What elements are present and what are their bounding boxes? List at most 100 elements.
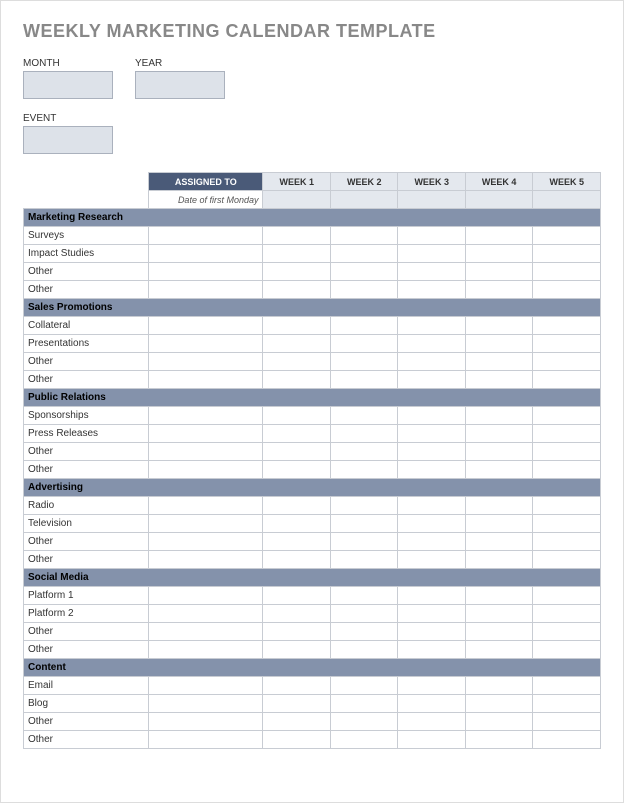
week-cell[interactable] — [465, 353, 532, 371]
week-cell[interactable] — [330, 317, 397, 335]
week-cell[interactable] — [398, 353, 465, 371]
week-cell[interactable] — [465, 263, 532, 281]
week-cell[interactable] — [263, 515, 330, 533]
week-cell[interactable] — [398, 281, 465, 299]
month-input[interactable] — [23, 71, 113, 99]
week-cell[interactable] — [330, 227, 397, 245]
week-cell[interactable] — [330, 245, 397, 263]
week-cell[interactable] — [330, 713, 397, 731]
week-cell[interactable] — [533, 515, 601, 533]
assigned-cell[interactable] — [149, 281, 263, 299]
week-cell[interactable] — [330, 695, 397, 713]
assigned-cell[interactable] — [149, 371, 263, 389]
week-cell[interactable] — [398, 605, 465, 623]
week-cell[interactable] — [533, 533, 601, 551]
week-cell[interactable] — [398, 713, 465, 731]
week-cell[interactable] — [330, 461, 397, 479]
week-cell[interactable] — [465, 515, 532, 533]
week-cell[interactable] — [465, 713, 532, 731]
week-cell[interactable] — [398, 461, 465, 479]
week-cell[interactable] — [398, 407, 465, 425]
week-cell[interactable] — [263, 551, 330, 569]
assigned-cell[interactable] — [149, 695, 263, 713]
week-cell[interactable] — [465, 281, 532, 299]
week-cell[interactable] — [330, 515, 397, 533]
assigned-cell[interactable] — [149, 407, 263, 425]
week-cell[interactable] — [330, 371, 397, 389]
week-cell[interactable] — [398, 317, 465, 335]
week-cell[interactable] — [465, 605, 532, 623]
assigned-cell[interactable] — [149, 587, 263, 605]
week-cell[interactable] — [465, 407, 532, 425]
week-cell[interactable] — [330, 677, 397, 695]
week-cell[interactable] — [465, 551, 532, 569]
week-cell[interactable] — [263, 335, 330, 353]
week-cell[interactable] — [330, 407, 397, 425]
week-cell[interactable] — [263, 425, 330, 443]
week-cell[interactable] — [465, 587, 532, 605]
week-cell[interactable] — [533, 245, 601, 263]
week-cell[interactable] — [263, 227, 330, 245]
assigned-cell[interactable] — [149, 263, 263, 281]
week-cell[interactable] — [263, 497, 330, 515]
assigned-cell[interactable] — [149, 335, 263, 353]
week-cell[interactable] — [533, 605, 601, 623]
week-cell[interactable] — [533, 281, 601, 299]
assigned-cell[interactable] — [149, 425, 263, 443]
week-cell[interactable] — [398, 425, 465, 443]
week-cell[interactable] — [263, 371, 330, 389]
week-cell[interactable] — [398, 587, 465, 605]
week-cell[interactable] — [465, 731, 532, 749]
date-week-2[interactable] — [330, 191, 397, 209]
week-cell[interactable] — [465, 623, 532, 641]
week-cell[interactable] — [533, 497, 601, 515]
week-cell[interactable] — [533, 335, 601, 353]
week-cell[interactable] — [465, 317, 532, 335]
date-week-5[interactable] — [533, 191, 601, 209]
week-cell[interactable] — [263, 677, 330, 695]
date-week-1[interactable] — [263, 191, 330, 209]
week-cell[interactable] — [398, 641, 465, 659]
assigned-cell[interactable] — [149, 227, 263, 245]
week-cell[interactable] — [330, 587, 397, 605]
week-cell[interactable] — [533, 443, 601, 461]
week-cell[interactable] — [263, 461, 330, 479]
week-cell[interactable] — [398, 623, 465, 641]
assigned-cell[interactable] — [149, 605, 263, 623]
assigned-cell[interactable] — [149, 713, 263, 731]
week-cell[interactable] — [533, 641, 601, 659]
week-cell[interactable] — [398, 443, 465, 461]
week-cell[interactable] — [398, 371, 465, 389]
week-cell[interactable] — [533, 371, 601, 389]
week-cell[interactable] — [533, 227, 601, 245]
date-week-4[interactable] — [465, 191, 532, 209]
week-cell[interactable] — [398, 515, 465, 533]
week-cell[interactable] — [330, 623, 397, 641]
week-cell[interactable] — [398, 245, 465, 263]
week-cell[interactable] — [263, 353, 330, 371]
week-cell[interactable] — [263, 443, 330, 461]
week-cell[interactable] — [263, 641, 330, 659]
year-input[interactable] — [135, 71, 225, 99]
week-cell[interactable] — [398, 695, 465, 713]
week-cell[interactable] — [330, 497, 397, 515]
week-cell[interactable] — [330, 641, 397, 659]
week-cell[interactable] — [465, 461, 532, 479]
week-cell[interactable] — [398, 551, 465, 569]
assigned-cell[interactable] — [149, 317, 263, 335]
assigned-cell[interactable] — [149, 623, 263, 641]
week-cell[interactable] — [263, 605, 330, 623]
assigned-cell[interactable] — [149, 533, 263, 551]
week-cell[interactable] — [465, 227, 532, 245]
week-cell[interactable] — [263, 713, 330, 731]
week-cell[interactable] — [263, 317, 330, 335]
assigned-cell[interactable] — [149, 641, 263, 659]
week-cell[interactable] — [330, 551, 397, 569]
week-cell[interactable] — [533, 677, 601, 695]
week-cell[interactable] — [465, 677, 532, 695]
assigned-cell[interactable] — [149, 551, 263, 569]
week-cell[interactable] — [330, 605, 397, 623]
week-cell[interactable] — [330, 335, 397, 353]
week-cell[interactable] — [330, 353, 397, 371]
week-cell[interactable] — [330, 281, 397, 299]
